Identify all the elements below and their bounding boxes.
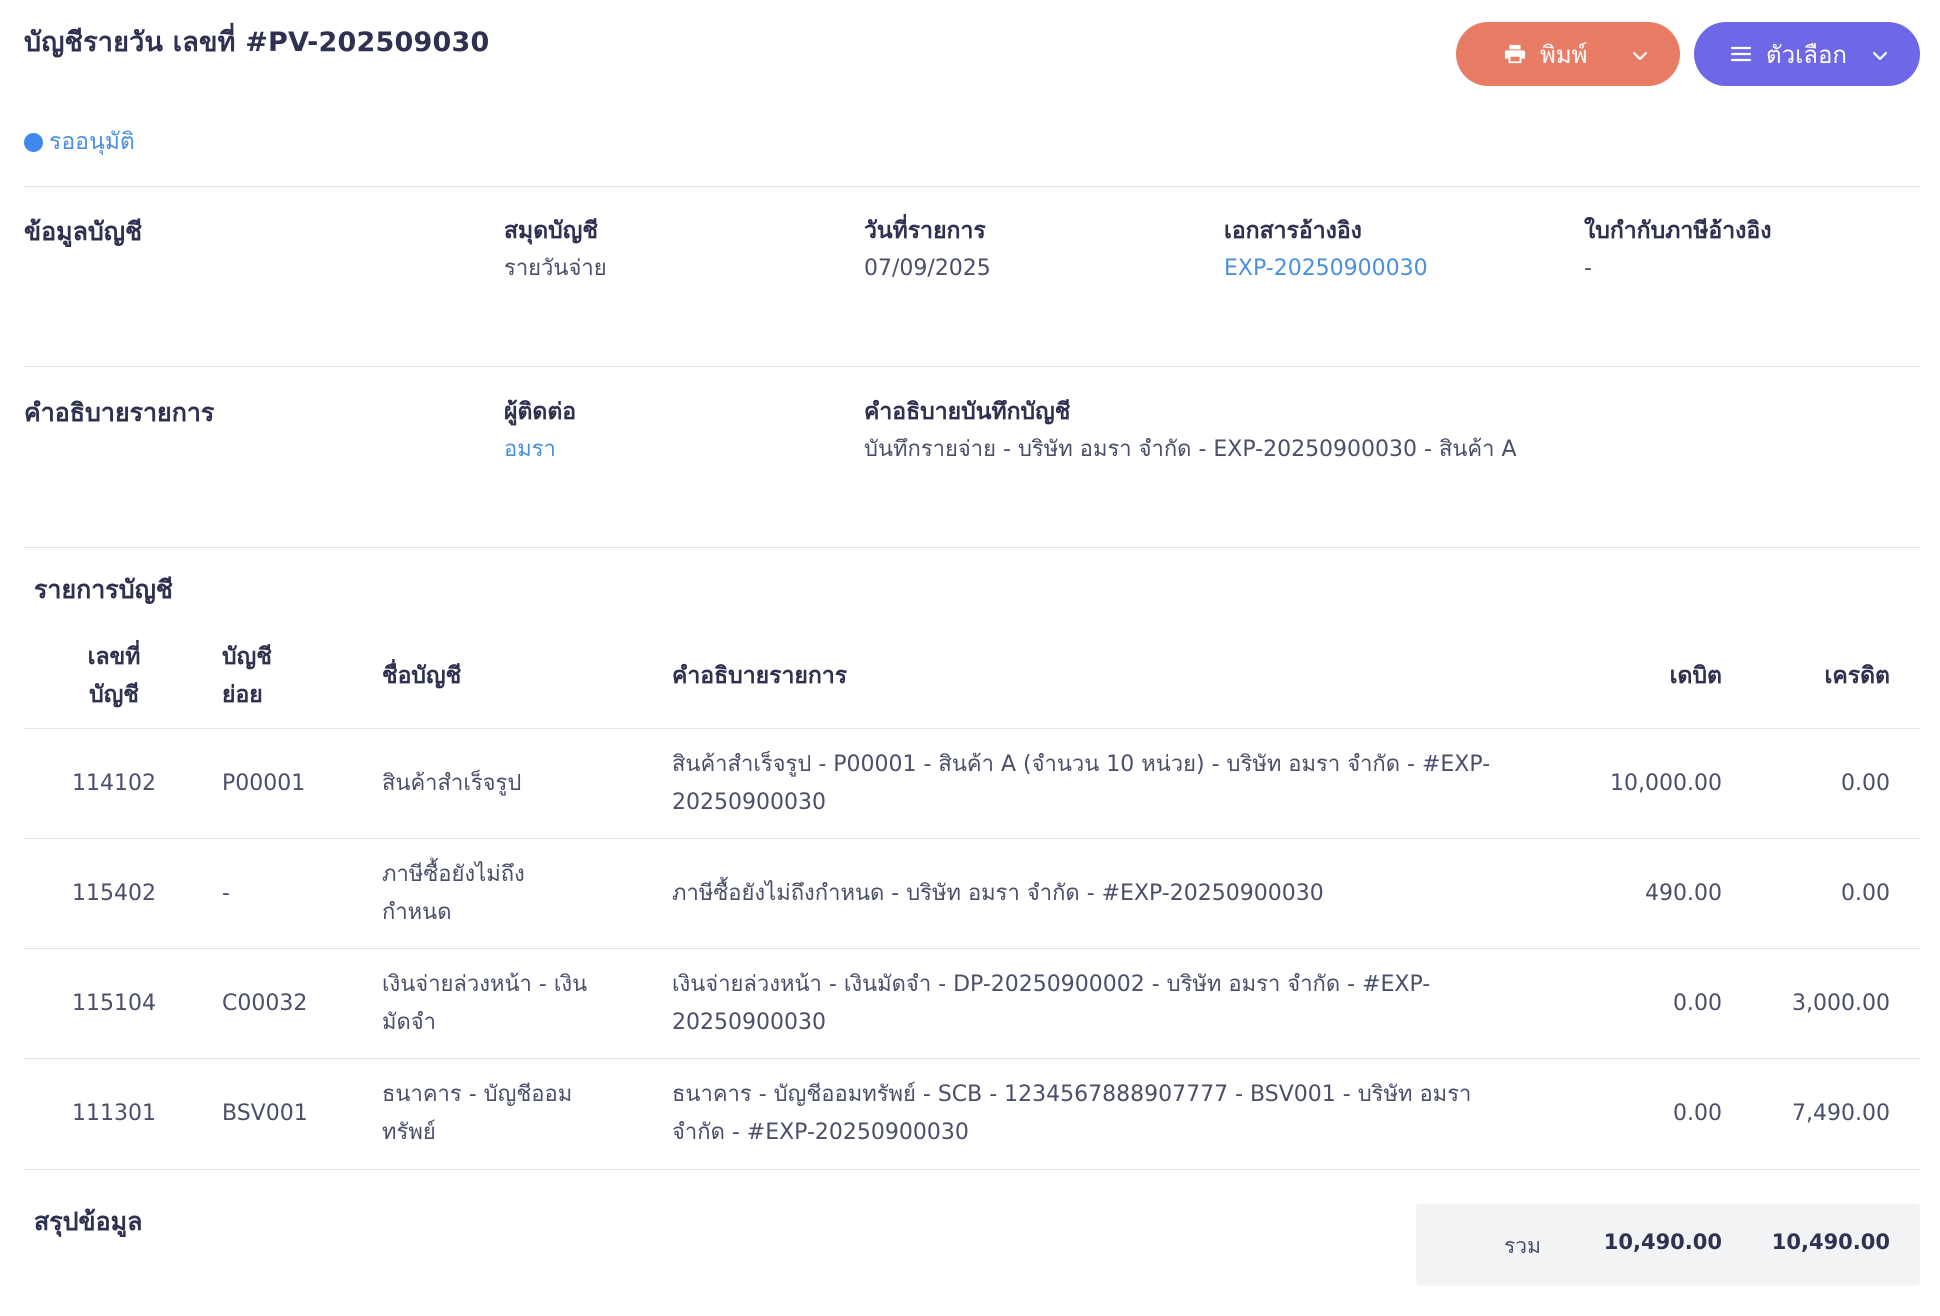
section-title-summary: สรุปข้อมูล <box>34 1207 143 1236</box>
text-line: กำหนด <box>382 900 452 925</box>
cell-account-no: 111301 <box>72 1101 156 1126</box>
table-row: 115402 - ภาษีซื้อยังไม่ถึงกำหนด ภาษีซื้อ… <box>24 838 1920 949</box>
text-line: สินค้าสำเร็จรูป - P00001 - สินค้า A (จำน… <box>672 752 1491 777</box>
cell-credit: 0.00 <box>1841 771 1890 796</box>
field-date: วันที่รายการ 07/09/2025 <box>864 212 991 288</box>
table-row: 111301 BSV001 ธนาคาร - บัญชีออมทรัพย์ ธน… <box>24 1058 1920 1170</box>
header-line: บัญชี <box>89 682 139 708</box>
status-badge: รออนุมัติ <box>24 124 135 160</box>
cell-account-no: 114102 <box>72 771 156 796</box>
text-line: ทรัพย์ <box>382 1120 436 1145</box>
field-value: บันทึกรายจ่าย - บริษัท อมรา จำกัด - EXP-… <box>864 437 1517 462</box>
total-credit: 10,490.00 <box>1771 1230 1890 1254</box>
table-row: 115104 C00032 เงินจ่ายล่วงหน้า - เงิน มัด… <box>24 948 1920 1059</box>
cell-account-name: สินค้าสำเร็จรูป <box>382 729 622 839</box>
text-line: ภาษีซื้อยังไม่ถึงกำหนด - บริษัท อมรา จำก… <box>672 881 1324 906</box>
cell-account-no: 115402 <box>72 881 156 906</box>
cell-sub-account: BSV001 <box>222 1101 308 1126</box>
section-title-description: คำอธิบายรายการ <box>24 398 215 427</box>
menu-icon <box>1730 44 1752 64</box>
column-header-debit: เดบิต <box>1669 663 1722 689</box>
field-value: รายวันจ่าย <box>504 256 607 281</box>
cell-description: สินค้าสำเร็จรูป - P00001 - สินค้า A (จำน… <box>672 729 1552 839</box>
table-row: 114102 P00001 สินค้าสำเร็จรูป สินค้าสำเร… <box>24 728 1920 839</box>
field-label: ผู้ติดต่อ <box>504 399 577 425</box>
field-value: 07/09/2025 <box>864 256 991 281</box>
text-line: ธนาคาร - บัญชีออมทรัพย์ - SCB - 12345678… <box>672 1082 1472 1107</box>
header-line: เลขที่ <box>87 644 141 670</box>
field-contact: ผู้ติดต่อ อมรา <box>504 393 576 469</box>
journal-voucher-page: บัญชีรายวัน เลขที่ #PV-202509030 พิมพ์ ต… <box>24 0 1920 1316</box>
contact-link[interactable]: อมรา <box>504 431 576 469</box>
cell-description: ธนาคาร - บัญชีออมทรัพย์ - SCB - 12345678… <box>672 1059 1552 1169</box>
divider <box>24 366 1920 367</box>
cell-description: ภาษีซื้อยังไม่ถึงกำหนด - บริษัท อมรา จำก… <box>672 839 1552 949</box>
text-line: มัดจำ <box>382 1010 437 1035</box>
header-line: ย่อย <box>222 682 263 708</box>
divider <box>24 186 1920 187</box>
field-label: คำอธิบายบันทึกบัญชี <box>864 399 1071 425</box>
field-label: สมุดบัญชี <box>504 218 598 244</box>
print-button-label: พิมพ์ <box>1540 40 1588 69</box>
status-dot-icon <box>24 132 43 152</box>
field-value: - <box>1584 256 1592 281</box>
section-title-entries: รายการบัญชี <box>34 575 173 604</box>
cell-credit: 0.00 <box>1841 881 1890 906</box>
text-line: สินค้าสำเร็จรูป <box>382 771 522 796</box>
cell-account-name: ภาษีซื้อยังไม่ถึงกำหนด <box>382 839 622 949</box>
cell-account-no: 115104 <box>72 991 156 1016</box>
table-header: เลขที่ บัญชี บัญชี ย่อย ชื่อบัญชี คำอธิบ… <box>24 630 1920 728</box>
text-line: 20250900030 <box>672 790 826 815</box>
cell-account-name: ธนาคาร - บัญชีออมทรัพย์ <box>382 1059 622 1169</box>
cell-sub-account: C00032 <box>222 991 308 1016</box>
status-label: รออนุมัติ <box>49 129 135 155</box>
options-button[interactable]: ตัวเลือก <box>1694 22 1920 86</box>
field-label: ใบกำกับภาษีอ้างอิง <box>1584 218 1772 244</box>
text-line: ภาษีซื้อยังไม่ถึง <box>382 862 525 887</box>
total-label: รวม <box>1504 1234 1541 1258</box>
field-journal-note: คำอธิบายบันทึกบัญชี บันทึกรายจ่าย - บริษ… <box>864 393 1517 469</box>
total-debit: 10,490.00 <box>1603 1230 1722 1254</box>
section-title-account-info: ข้อมูลบัญชี <box>24 217 143 246</box>
printer-icon <box>1504 43 1526 65</box>
column-header-credit: เครดิต <box>1824 663 1890 689</box>
options-button-label: ตัวเลือก <box>1766 40 1847 69</box>
field-label: เอกสารอ้างอิง <box>1224 218 1362 244</box>
column-header-sub-account: บัญชี ย่อย <box>222 638 272 714</box>
reference-document-link[interactable]: EXP-20250900030 <box>1224 250 1428 288</box>
divider <box>24 547 1920 548</box>
cell-sub-account: - <box>222 881 230 906</box>
text-line: ธนาคาร - บัญชีออม <box>382 1082 573 1107</box>
chevron-down-icon <box>1630 44 1650 72</box>
cell-credit: 3,000.00 <box>1792 991 1890 1016</box>
cell-description: เงินจ่ายล่วงหน้า - เงินมัดจำ - DP-202509… <box>672 949 1552 1059</box>
field-reference-document: เอกสารอ้างอิง EXP-20250900030 <box>1224 212 1428 288</box>
field-book: สมุดบัญชี รายวันจ่าย <box>504 212 607 288</box>
cell-debit: 0.00 <box>1673 991 1722 1016</box>
cell-debit: 0.00 <box>1673 1101 1722 1126</box>
text-line: เงินจ่ายล่วงหน้า - เงินมัดจำ - DP-202509… <box>672 972 1431 997</box>
field-label: วันที่รายการ <box>864 218 986 244</box>
column-header-account-name: ชื่อบัญชี <box>382 663 462 689</box>
cell-credit: 7,490.00 <box>1792 1101 1890 1126</box>
cell-debit: 490.00 <box>1645 881 1722 906</box>
text-line: จำกัด - #EXP-20250900030 <box>672 1120 969 1145</box>
text-line: 20250900030 <box>672 1010 826 1035</box>
page-title: บัญชีรายวัน เลขที่ #PV-202509030 <box>24 27 490 58</box>
column-header-description: คำอธิบายรายการ <box>672 663 848 689</box>
column-header-account-no: เลขที่ บัญชี <box>64 638 164 714</box>
header-line: บัญชี <box>222 644 272 670</box>
cell-account-name: เงินจ่ายล่วงหน้า - เงินมัดจำ <box>382 949 622 1059</box>
cell-debit: 10,000.00 <box>1610 771 1722 796</box>
text-line: เงินจ่ายล่วงหน้า - เงิน <box>382 972 588 997</box>
chevron-down-icon <box>1870 44 1890 72</box>
cell-sub-account: P00001 <box>222 771 306 796</box>
print-button[interactable]: พิมพ์ <box>1456 22 1680 86</box>
field-tax-invoice-reference: ใบกำกับภาษีอ้างอิง - <box>1584 212 1771 288</box>
